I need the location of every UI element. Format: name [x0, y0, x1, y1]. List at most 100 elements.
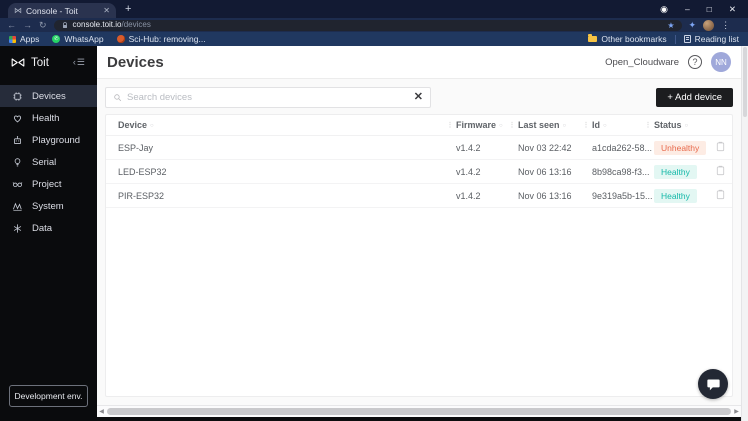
url-path: /devices: [121, 20, 151, 29]
scroll-left-icon[interactable]: ◀: [97, 408, 106, 415]
status-badge: Healthy: [654, 188, 697, 203]
sidebar: Toit ‹☰ Devices Health Playground Serial…: [0, 46, 97, 421]
browser-tab[interactable]: ⋈ Console - Toit ✕: [8, 3, 116, 18]
address-bar[interactable]: console.toit.io/devices ★: [53, 19, 682, 31]
sort-icon[interactable]: ○: [563, 123, 567, 129]
device-id-cell: 8b98ca98-f3...: [592, 166, 650, 177]
bookmark-whatsapp[interactable]: ✆ WhatsApp: [52, 34, 104, 44]
window-minimize-button[interactable]: –: [685, 4, 690, 15]
last-seen-cell: Nov 03 22:42: [518, 142, 572, 153]
column-header-status[interactable]: Status ○: [654, 120, 709, 130]
bookmarks-bar: Apps ✆ WhatsApp Sci-Hub: removing... Oth…: [0, 32, 748, 46]
search-box[interactable]: ✕: [105, 87, 431, 108]
toit-logo-icon: [11, 58, 25, 67]
vertical-scroll-thumb[interactable]: [743, 47, 747, 117]
lock-icon: [62, 21, 67, 28]
device-name-cell[interactable]: LED-ESP32: [106, 167, 444, 177]
column-header-firmware[interactable]: Firmware ○: [456, 120, 506, 130]
column-divider-icon[interactable]: ⋮: [506, 121, 518, 129]
waveform-icon: [12, 202, 22, 211]
column-divider-icon[interactable]: ⋮: [444, 121, 456, 129]
user-avatar[interactable]: NN: [711, 52, 731, 72]
sidebar-nav: Devices Health Playground Serial Project…: [0, 85, 97, 239]
copy-icon[interactable]: [716, 165, 725, 176]
window-close-button[interactable]: ✕: [729, 4, 736, 15]
sort-icon[interactable]: ○: [499, 123, 503, 129]
chat-fab-button[interactable]: [698, 369, 728, 399]
scroll-right-icon[interactable]: ▶: [732, 408, 741, 415]
column-header-id[interactable]: Id ○: [592, 120, 642, 130]
column-divider-icon[interactable]: ⋮: [580, 121, 592, 129]
browser-profile-avatar[interactable]: [703, 19, 715, 31]
bookmark-apps[interactable]: Apps: [9, 34, 39, 44]
copy-icon[interactable]: [716, 189, 725, 200]
heart-icon: [13, 115, 22, 122]
other-bookmarks-button[interactable]: Other bookmarks: [588, 34, 667, 44]
tab-title: Console - Toit: [26, 5, 78, 16]
bookmarks-divider: [674, 34, 676, 44]
sidebar-item-system[interactable]: System: [0, 195, 97, 217]
reading-list-button[interactable]: Reading list: [683, 34, 739, 44]
browser-menu-icon[interactable]: ⋮: [721, 20, 730, 31]
development-env-button[interactable]: Development env.: [9, 385, 88, 407]
record-indicator-icon[interactable]: ◉: [660, 4, 668, 15]
clear-search-icon[interactable]: ✕: [414, 92, 423, 103]
folder-icon: [588, 34, 598, 42]
toit-favicon-icon: ⋈: [14, 5, 22, 15]
vertical-scrollbar[interactable]: [741, 46, 748, 421]
browser-titlebar: ⋈ Console - Toit ✕ + ◉ – □ ✕: [0, 0, 748, 18]
column-header-last-seen[interactable]: Last seen ○: [518, 120, 580, 130]
browser-toolbar: ← → ↻ console.toit.io/devices ★ ✦ ⋮: [0, 18, 748, 32]
scihub-icon: [116, 35, 125, 43]
firmware-cell: v1.4.2: [456, 166, 481, 177]
status-badge: Unhealthy: [654, 140, 707, 155]
sidebar-item-devices[interactable]: Devices: [0, 85, 97, 107]
help-button[interactable]: ?: [688, 55, 702, 69]
table-row[interactable]: ESP-Jay v1.4.2 Nov 03 22:42 a1cda262-58.…: [106, 136, 732, 160]
reload-icon[interactable]: ↻: [39, 20, 47, 30]
apps-grid-icon: [9, 35, 16, 43]
table-row[interactable]: PIR-ESP32 v1.4.2 Nov 06 13:16 9e319a5b-1…: [106, 184, 732, 208]
copy-icon[interactable]: [716, 141, 725, 152]
goggles-icon: [12, 181, 23, 187]
last-seen-cell: Nov 06 13:16: [518, 166, 572, 177]
column-header-device[interactable]: Device ○: [106, 120, 444, 130]
sort-icon[interactable]: ○: [685, 123, 689, 129]
brand-name: Toit: [31, 56, 49, 69]
firmware-cell: v1.4.2: [456, 142, 481, 153]
horizontal-scrollbar[interactable]: ◀ ▶: [97, 405, 741, 417]
device-name-cell[interactable]: ESP-Jay: [106, 143, 444, 153]
back-icon[interactable]: ←: [7, 20, 16, 30]
forward-icon[interactable]: →: [23, 20, 32, 30]
bookmark-star-icon[interactable]: ★: [667, 21, 674, 30]
bookmark-scihub[interactable]: Sci-Hub: removing...: [116, 34, 206, 44]
search-input[interactable]: [127, 92, 409, 103]
sort-icon[interactable]: ○: [603, 123, 607, 129]
horizontal-scroll-thumb[interactable]: [107, 408, 731, 415]
sidebar-item-data[interactable]: Data: [0, 217, 97, 239]
table-row[interactable]: LED-ESP32 v1.4.2 Nov 06 13:16 8b98ca98-f…: [106, 160, 732, 184]
sidebar-item-playground[interactable]: Playground: [0, 129, 97, 151]
tab-close-icon[interactable]: ✕: [103, 6, 110, 15]
column-divider-icon[interactable]: ⋮: [642, 121, 654, 129]
window-maximize-button[interactable]: □: [707, 4, 712, 15]
sidebar-item-project[interactable]: Project: [0, 173, 97, 195]
sidebar-collapse-icon[interactable]: ‹☰: [73, 57, 86, 68]
org-name[interactable]: Open_Cloudware: [605, 57, 679, 68]
table-body: ESP-Jay v1.4.2 Nov 03 22:42 a1cda262-58.…: [106, 136, 732, 208]
window-bottom-edge: [97, 417, 741, 421]
sort-icon[interactable]: ○: [150, 123, 154, 129]
new-tab-button[interactable]: +: [125, 0, 131, 18]
lightbulb-icon: [14, 157, 21, 166]
firmware-cell: v1.4.2: [456, 190, 481, 201]
device-id-cell: a1cda262-58...: [592, 142, 653, 153]
robot-icon: [13, 135, 22, 144]
extensions-pin-icon[interactable]: ✦: [689, 20, 697, 31]
page-title: Devices: [107, 53, 164, 71]
brand: Toit ‹☰: [0, 46, 97, 79]
sidebar-item-health[interactable]: Health: [0, 107, 97, 129]
sidebar-item-serial[interactable]: Serial: [0, 151, 97, 173]
url-host: console.toit.io: [72, 20, 122, 29]
device-name-cell[interactable]: PIR-ESP32: [106, 191, 444, 201]
add-device-button[interactable]: + Add device: [656, 88, 733, 107]
